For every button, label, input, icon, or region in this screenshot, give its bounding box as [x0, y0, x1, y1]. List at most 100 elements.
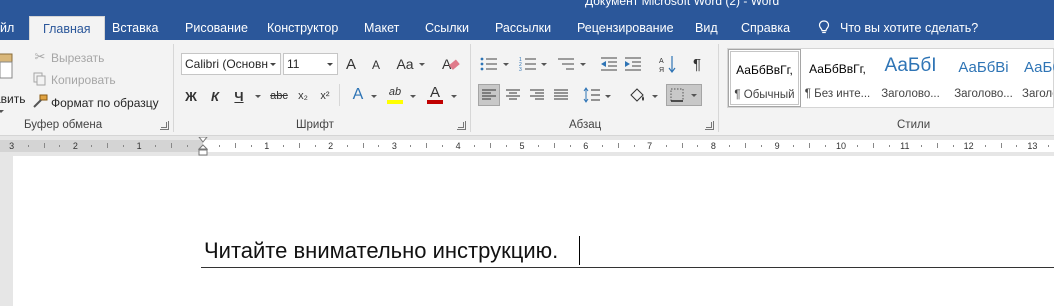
ruler-half-tick [681, 143, 683, 148]
ruler-tick [123, 145, 125, 147]
align-left-button[interactable] [478, 84, 500, 106]
ruler-half-tick [809, 143, 811, 148]
paste-button[interactable]: авить [0, 46, 26, 116]
ruler-tick [506, 145, 508, 147]
paragraph-launcher-icon[interactable] [705, 121, 714, 130]
style-heading-2[interactable]: АаБбВі Заголово... [947, 49, 1020, 107]
document-text[interactable]: Читайте внимательно инструкцию. [204, 238, 558, 264]
tell-me-label: Что вы хотите сделать? [840, 21, 979, 35]
bold-button[interactable]: Ж [184, 88, 198, 104]
ruler-number: 1 [264, 141, 270, 151]
shading-icon[interactable] [628, 86, 646, 104]
ribbon: авить ✂ Вырезать Копировать Формат по об… [0, 40, 1054, 136]
tab-design[interactable]: Конструктор [267, 16, 338, 40]
chevron-down-icon [327, 63, 333, 66]
tab-insert[interactable]: Вставка [112, 16, 158, 40]
tab-references[interactable]: Ссылки [425, 16, 469, 40]
change-case-button[interactable]: Aa [396, 55, 414, 73]
ruler-tick [920, 145, 922, 147]
document-page[interactable]: Читайте внимательно инструкцию. [13, 156, 1054, 306]
align-right-icon[interactable] [529, 88, 545, 102]
italic-button[interactable]: К [208, 88, 222, 104]
tab-home[interactable]: Главная [29, 16, 105, 40]
ruler-tick [187, 145, 189, 147]
subscript-button[interactable]: x₂ [296, 88, 310, 104]
style-heading-1[interactable]: АаБбІ Заголово... [874, 49, 947, 107]
borders-button[interactable] [666, 84, 702, 106]
tab-layout[interactable]: Макет [364, 16, 399, 40]
ruler-tick [155, 145, 157, 147]
ruler-tick [314, 145, 316, 147]
svg-text:A: A [442, 56, 452, 72]
multilevel-list-icon[interactable] [557, 56, 575, 72]
font-launcher-icon[interactable] [457, 121, 466, 130]
tab-draw[interactable]: Рисование [185, 16, 248, 40]
ruler-tick [952, 145, 954, 147]
tab-review[interactable]: Рецензирование [577, 16, 674, 40]
underline-button[interactable]: Ч [232, 88, 246, 104]
line-spacing-icon[interactable] [583, 87, 601, 103]
style-name: Заголово... [954, 88, 1013, 100]
ruler-left-margin [0, 140, 203, 152]
shrink-font-button[interactable]: A [370, 57, 382, 73]
ruler-half-tick [745, 143, 747, 148]
align-center-icon[interactable] [505, 88, 521, 102]
ruler-tick [378, 145, 380, 147]
chevron-down-icon [605, 95, 611, 98]
font-size-combo[interactable]: 11 [283, 53, 338, 75]
ruler-tick [856, 145, 858, 147]
ruler-tick [1016, 145, 1018, 147]
text-cursor [579, 236, 580, 265]
ruler-half-tick [617, 143, 619, 148]
increase-indent-icon[interactable] [624, 56, 642, 72]
superscript-button[interactable]: x² [318, 88, 332, 104]
svg-text:Я: Я [659, 67, 664, 73]
ruler-half-tick [490, 143, 492, 148]
ruler-tick [697, 145, 699, 147]
chevron-down-icon [0, 110, 4, 113]
format-painter-label: Формат по образцу [51, 96, 159, 110]
tell-me-box[interactable]: Что вы хотите сделать? [818, 16, 978, 40]
style-normal[interactable]: АаБбВвГг, ¶ Обычный [728, 49, 801, 107]
paste-icon [0, 53, 13, 79]
ruler-tick [793, 145, 795, 147]
ruler-half-tick [936, 143, 938, 148]
style-heading-3[interactable]: АаБб Заголово... [1020, 49, 1054, 107]
ruler-tick [1048, 145, 1050, 147]
tab-file[interactable]: йл [0, 16, 14, 40]
style-sample: АаБбВвГг, [736, 63, 793, 77]
lightbulb-icon [818, 20, 830, 34]
style-name: Заголово... [1022, 88, 1053, 100]
ruler-number: 11 [900, 141, 910, 151]
font-color-label: A [429, 83, 440, 101]
style-no-spacing[interactable]: АаБбВвГг, ¶ Без инте... [801, 49, 874, 107]
decrease-indent-icon[interactable] [600, 56, 618, 72]
text-effects-button[interactable]: A [350, 86, 366, 104]
bullets-icon[interactable] [480, 56, 498, 72]
tab-help[interactable]: Справка [741, 16, 790, 40]
clipboard-launcher-icon[interactable] [160, 121, 169, 130]
ruler-number: 2 [72, 141, 78, 151]
tab-mailings[interactable]: Рассылки [495, 16, 551, 40]
chevron-down-icon [691, 94, 697, 97]
strikethrough-button[interactable]: abc [269, 88, 289, 104]
indent-marker-icon[interactable] [198, 137, 208, 156]
grow-font-button[interactable]: A [344, 55, 358, 73]
clear-formatting-icon[interactable]: A [442, 55, 460, 73]
justify-icon[interactable] [553, 88, 569, 102]
scissors-icon: ✂ [34, 49, 46, 64]
sort-icon[interactable]: AЯ [659, 55, 677, 73]
ruler-tick [761, 145, 763, 147]
ruler-number: 13 [1027, 141, 1038, 151]
show-marks-button[interactable]: ¶ [690, 55, 704, 73]
copy-label: Копировать [51, 73, 116, 87]
horizontal-ruler[interactable]: 3 2 1 1 2 3 4 5 6 7 8 9 10 11 12 13 [0, 137, 1054, 156]
ruler-tick [825, 145, 827, 147]
ruler-number: 10 [835, 141, 847, 151]
ribbon-tab-bar: Документ Microsoft Word (2) - Word йл Гл… [0, 0, 1054, 40]
numbering-icon[interactable]: 1 2 3 [519, 56, 537, 72]
cut-label: Вырезать [51, 51, 105, 65]
chevron-down-icon [451, 95, 457, 98]
tab-view[interactable]: Вид [695, 16, 718, 40]
font-name-combo[interactable]: Calibri (Основн [181, 53, 281, 75]
